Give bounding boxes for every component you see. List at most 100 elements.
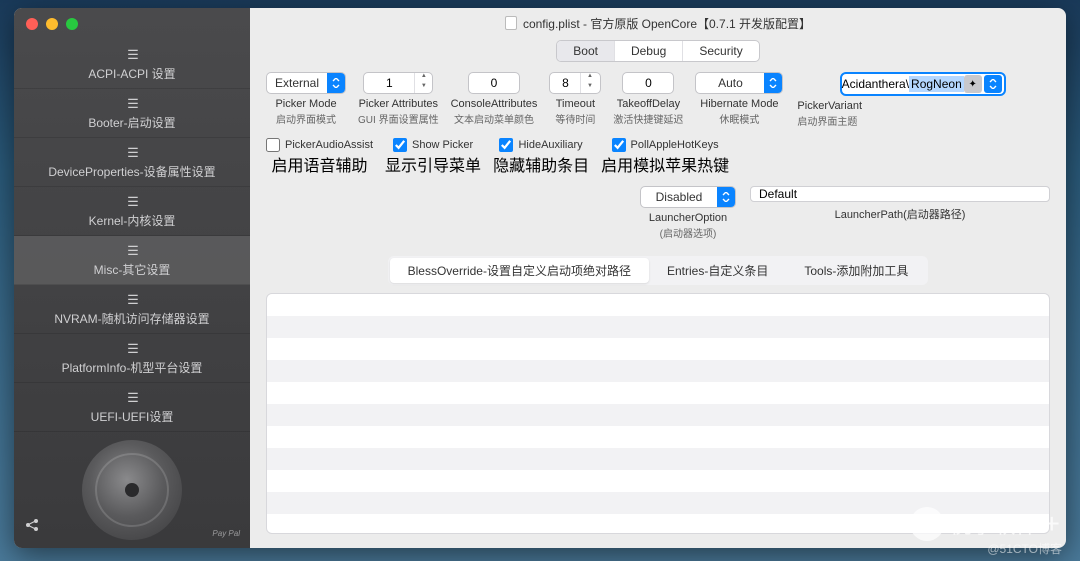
sidebar-item-5[interactable]: ☰ NVRAM-随机访问存储器设置 — [14, 285, 250, 334]
list-icon: ☰ — [127, 341, 137, 357]
dropdown-arrow-icon — [717, 187, 735, 207]
label: 显示引导菜单 — [385, 152, 481, 176]
tab-security[interactable]: Security — [683, 41, 758, 61]
window-title: config.plist - 官方原版 OpenCore【0.7.1 开发版配置… — [523, 15, 811, 32]
picker-variant-field[interactable]: Acidanthera\RogNeon ✦ — [840, 72, 1006, 96]
sidebar-item-label: PlatformInfo-机型平台设置 — [62, 359, 203, 376]
list-icon: ☰ — [127, 292, 137, 308]
sidebar-item-label: Misc-其它设置 — [94, 261, 171, 278]
table-row[interactable] — [267, 470, 1049, 492]
console-attributes-input[interactable] — [469, 76, 519, 90]
sidebar-item-4[interactable]: ☰ Misc-其它设置 — [14, 236, 250, 285]
checkbox-label: PickerAudioAssist — [285, 139, 373, 151]
sidebar-item-label: NVRAM-随机访问存储器设置 — [54, 310, 209, 327]
list-icon: ☰ — [127, 194, 137, 210]
share-icon[interactable] — [24, 517, 40, 538]
label: 等待时间 — [555, 111, 595, 126]
sidebar-item-3[interactable]: ☰ Kernel-内核设置 — [14, 187, 250, 236]
controls-area: External Picker Mode 启动界面模式 ▲▼ Picker At… — [250, 72, 1066, 250]
label: 启用语音辅助 — [272, 152, 368, 176]
sidebar-item-1[interactable]: ☰ Booter-启动设置 — [14, 89, 250, 138]
label: TakeoffDelay — [617, 98, 680, 110]
table-row[interactable] — [267, 360, 1049, 382]
close-button[interactable] — [26, 18, 38, 30]
sidebar-item-label: Kernel-内核设置 — [89, 212, 176, 229]
tab-debug[interactable]: Debug — [615, 41, 683, 61]
label: 文本启动菜单颜色 — [454, 111, 534, 126]
wechat-icon: ✉ — [910, 507, 944, 541]
table-row[interactable] — [267, 404, 1049, 426]
checkbox-picker-audio-assist[interactable]: PickerAudioAssist — [266, 138, 373, 152]
label: Hibernate Mode — [700, 98, 778, 110]
hibernate-mode-select[interactable]: Auto — [695, 72, 783, 94]
launcher-option-select[interactable]: Disabled — [640, 186, 736, 208]
timeout-field[interactable]: ▲▼ — [549, 72, 601, 94]
label: 激活快捷键延迟 — [613, 111, 683, 126]
checkbox-input[interactable] — [612, 138, 626, 152]
table-row[interactable] — [267, 294, 1049, 316]
subtab-0[interactable]: BlessOverride-设置自定义启动项绝对路径 — [390, 258, 649, 283]
window-controls — [14, 8, 250, 40]
takeoff-delay-field[interactable] — [622, 72, 674, 94]
list-icon: ☰ — [127, 390, 137, 406]
label: Picker Mode — [275, 98, 336, 110]
main-tabs: BootDebugSecurity — [250, 40, 1066, 62]
picker-attributes-field[interactable]: ▲▼ — [363, 72, 433, 94]
takeoff-delay-input[interactable] — [623, 76, 673, 90]
subtab-1[interactable]: Entries-自定义条目 — [649, 258, 786, 283]
label: 休眠模式 — [719, 111, 759, 126]
sidebar-item-label: Booter-启动设置 — [88, 114, 175, 131]
list-icon: ☰ — [127, 47, 137, 63]
dropdown-arrow-icon[interactable] — [984, 75, 1002, 93]
table-row[interactable] — [267, 316, 1049, 338]
checkbox-poll-apple-hot-keys[interactable]: PollAppleHotKeys — [612, 138, 719, 152]
subtab-2[interactable]: Tools-添加附加工具 — [786, 258, 926, 283]
label: 启动界面主题 — [797, 113, 857, 128]
table-row[interactable] — [267, 426, 1049, 448]
label: PickerVariant — [797, 100, 862, 112]
label: (启动器选项) — [660, 225, 717, 240]
launcher-path-input[interactable] — [750, 186, 1050, 202]
table-area[interactable] — [266, 293, 1050, 534]
list-icon: ☰ — [127, 243, 137, 259]
table-row[interactable] — [267, 448, 1049, 470]
timeout-input[interactable] — [550, 76, 580, 90]
list-icon: ☰ — [127, 145, 137, 161]
table-row[interactable] — [267, 382, 1049, 404]
checkbox-input[interactable] — [266, 138, 280, 152]
main-panel: config.plist - 官方原版 OpenCore【0.7.1 开发版配置… — [250, 8, 1066, 548]
minimize-button[interactable] — [46, 18, 58, 30]
stepper-icon[interactable]: ▲▼ — [580, 73, 598, 93]
sidebar: ☰ACPI-ACPI 设置☰Booter-启动设置☰DeviceProperti… — [14, 8, 250, 548]
table-row[interactable] — [267, 338, 1049, 360]
zoom-button[interactable] — [66, 18, 78, 30]
blog-credit: @51CTO博客 — [987, 540, 1062, 557]
checkbox-show-picker[interactable]: Show Picker — [393, 138, 473, 152]
sidebar-item-2[interactable]: ☰DeviceProperties-设备属性设置 — [14, 138, 250, 187]
picker-mode-select[interactable]: External — [266, 72, 346, 94]
checkbox-label: Show Picker — [412, 139, 473, 151]
label: Picker Attributes — [359, 98, 438, 110]
tab-boot[interactable]: Boot — [557, 41, 615, 61]
list-icon: ☰ — [127, 96, 137, 112]
checkbox-input[interactable] — [499, 138, 513, 152]
checkbox-label: PollAppleHotKeys — [631, 139, 719, 151]
label: GUI 界面设置属性 — [358, 111, 439, 126]
checkbox-input[interactable] — [393, 138, 407, 152]
sidebar-item-7[interactable]: ☰UEFI-UEFI设置 — [14, 383, 250, 432]
stepper-icon[interactable]: ▲▼ — [414, 73, 432, 93]
label: LauncherOption — [649, 212, 727, 224]
theme-icon[interactable]: ✦ — [964, 75, 982, 93]
picker-attributes-input[interactable] — [364, 76, 414, 90]
sub-tabs: BlessOverride-设置自定义启动项绝对路径Entries-自定义条目T… — [266, 256, 1050, 285]
paypal-label[interactable]: Pay Pal — [212, 530, 240, 538]
console-attributes-field[interactable] — [468, 72, 520, 94]
dropdown-arrow-icon — [764, 73, 782, 93]
label: 隐藏辅助条目 — [493, 152, 589, 176]
watermark: ✉ 悦享软件 + — [910, 507, 1060, 541]
label: Timeout — [556, 98, 595, 110]
sidebar-item-0[interactable]: ☰ACPI-ACPI 设置 — [14, 40, 250, 89]
checkbox-hide-auxiliary[interactable]: HideAuxiliary — [499, 138, 582, 152]
sidebar-item-6[interactable]: ☰ PlatformInfo-机型平台设置 — [14, 334, 250, 383]
dial-control[interactable] — [82, 440, 182, 540]
